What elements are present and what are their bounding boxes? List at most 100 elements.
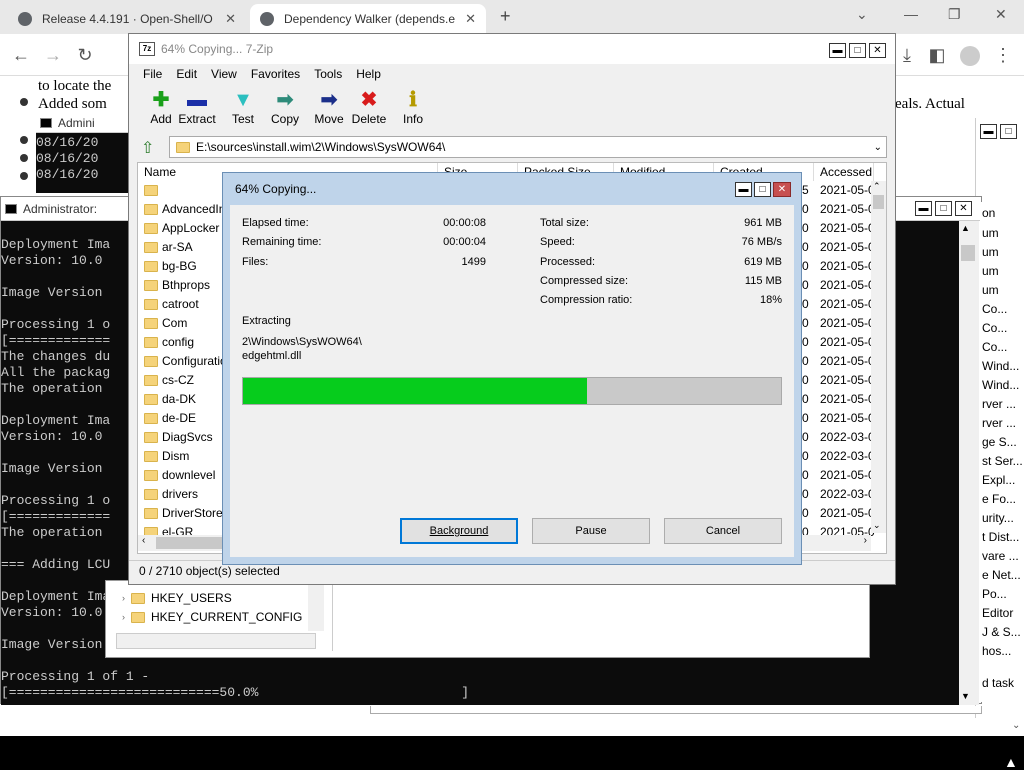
minimize-button[interactable]: ▬ (980, 124, 997, 139)
new-tab-button[interactable]: + (500, 6, 511, 27)
maximize-button[interactable]: □ (935, 201, 952, 216)
close-button[interactable]: ✕ (955, 201, 972, 216)
service-item[interactable]: Wind... (982, 359, 1019, 373)
minimize-button[interactable]: ▬ (735, 182, 752, 197)
forward-icon[interactable]: → (42, 44, 64, 66)
file-row[interactable]: drivers (138, 485, 198, 504)
tree-item[interactable]: › HKEY_CURRENT_CONFIG (122, 610, 302, 624)
minimize-button[interactable]: — (904, 6, 918, 22)
scroll-down-icon[interactable]: ▼ (961, 691, 970, 701)
service-item[interactable]: e Fo... (982, 492, 1016, 506)
reload-icon[interactable]: ↻ (74, 44, 96, 66)
file-row[interactable]: da-DK (138, 390, 196, 409)
maximize-button[interactable]: □ (849, 43, 866, 58)
service-item[interactable]: Po... (982, 587, 1007, 601)
scroll-up-icon[interactable]: ▲ (961, 223, 970, 233)
service-item[interactable]: Co... (982, 340, 1007, 354)
menu-item-tools[interactable]: Tools (314, 67, 342, 81)
close-button[interactable]: ✕ (995, 6, 1007, 23)
close-button[interactable]: ✕ (773, 182, 791, 197)
delete-button[interactable]: ✖ Delete (347, 88, 391, 132)
download-icon[interactable]: ⤓ (896, 44, 918, 66)
menu-icon[interactable]: ⋮ (992, 44, 1014, 66)
scroll-right-icon[interactable]: › (864, 535, 867, 546)
service-item[interactable]: rver ... (982, 416, 1016, 430)
file-row[interactable]: Com (138, 314, 187, 333)
test-button[interactable]: ▼ Test (221, 88, 265, 132)
scroll-down-icon[interactable]: ⌄ (1012, 720, 1020, 731)
service-item[interactable]: Wind... (982, 378, 1019, 392)
tree-item[interactable]: › HKEY_USERS (122, 591, 232, 605)
file-row[interactable]: Configuratio (138, 352, 227, 371)
tab-search-icon[interactable]: ⌄ (856, 6, 868, 23)
address-bar[interactable]: E:\sources\install.wim\2\Windows\SysWOW6… (169, 136, 887, 158)
file-row[interactable]: config (138, 333, 194, 352)
close-button[interactable]: ✕ (869, 43, 886, 58)
console-scrollbar[interactable]: ▲ ▼ (959, 221, 979, 705)
scroll-thumb[interactable] (156, 537, 226, 549)
move-button[interactable]: ➡ Move (307, 88, 351, 132)
file-row[interactable]: bg-BG (138, 257, 197, 276)
file-row[interactable]: de-DE (138, 409, 196, 428)
menu-item-view[interactable]: View (211, 67, 237, 81)
menu-item-edit[interactable]: Edit (176, 67, 197, 81)
service-item[interactable]: um (982, 226, 999, 240)
extract-button[interactable]: ▬ Extract (175, 88, 219, 132)
menu-item-help[interactable]: Help (356, 67, 381, 81)
file-row[interactable]: ar-SA (138, 238, 193, 257)
service-item[interactable]: t Dist... (982, 530, 1019, 544)
maximize-button[interactable]: □ (754, 182, 771, 197)
file-row[interactable]: AdvancedIn (138, 200, 225, 219)
file-row[interactable]: Bthprops (138, 276, 210, 295)
file-row[interactable]: downlevel (138, 466, 215, 485)
file-row[interactable]: Dism (138, 447, 189, 466)
scroll-thumb[interactable] (873, 195, 884, 209)
info-button[interactable]: ℹ Info (391, 88, 435, 132)
scroll-left-icon[interactable]: ‹ (142, 535, 145, 546)
minimize-button[interactable]: ▬ (915, 201, 932, 216)
chevron-down-icon[interactable]: ⌄ (874, 142, 886, 153)
service-item[interactable]: Expl... (982, 473, 1015, 487)
service-item[interactable]: rver ... (982, 397, 1016, 411)
service-item[interactable]: um (982, 264, 999, 278)
list-scrollbar[interactable]: ⌃ ⌄ (871, 181, 886, 533)
file-row[interactable]: DiagSvcs (138, 428, 213, 447)
scroll-down-icon[interactable]: ⌄ (873, 520, 881, 531)
scroll-thumb[interactable] (961, 245, 975, 261)
tree-hscrollbar[interactable] (116, 633, 316, 649)
service-item[interactable]: Editor (982, 606, 1013, 620)
service-item[interactable]: ge S... (982, 435, 1017, 449)
service-item[interactable]: um (982, 283, 999, 297)
sidebar-icon[interactable]: ◧ (926, 44, 948, 66)
minimize-button[interactable]: ▬ (829, 43, 846, 58)
service-item[interactable]: vare ... (982, 549, 1019, 563)
service-item[interactable]: hos... (982, 644, 1011, 658)
service-item[interactable]: Co... (982, 302, 1007, 316)
file-row[interactable]: catroot (138, 295, 199, 314)
task-link[interactable]: d task (982, 676, 1014, 690)
menu-item-file[interactable]: File (143, 67, 162, 81)
up-folder-icon[interactable]: ⇧ (141, 138, 154, 158)
tree-scrollbar[interactable] (308, 585, 324, 631)
service-item[interactable]: e Net... (982, 568, 1021, 582)
file-row[interactable]: AppLocker (138, 219, 219, 238)
tab-dependency-walker[interactable]: Dependency Walker (depends.e ✕ (250, 4, 486, 34)
copy-button[interactable]: ➡ Copy (263, 88, 307, 132)
maximize-button[interactable]: □ (1000, 124, 1017, 139)
file-row[interactable]: DriverStore (138, 504, 223, 523)
cancel-button[interactable]: Cancel (664, 518, 782, 544)
column-header-accessed[interactable]: Accessed (814, 163, 874, 181)
service-item[interactable]: J & S... (982, 625, 1021, 639)
tab-open-shell[interactable]: Release 4.4.191 · Open-Shell/O ✕ (8, 4, 246, 34)
menu-item-favorites[interactable]: Favorites (251, 67, 300, 81)
file-row[interactable] (138, 181, 162, 200)
close-tab-icon[interactable]: ✕ (457, 11, 476, 27)
profile-avatar[interactable] (960, 46, 980, 66)
file-row[interactable]: cs-CZ (138, 371, 194, 390)
service-item[interactable]: um (982, 245, 999, 259)
restore-button[interactable]: ❐ (948, 6, 961, 23)
service-item[interactable]: urity... (982, 511, 1014, 525)
service-item[interactable]: st Ser... (982, 454, 1023, 468)
pause-button[interactable]: Pause (532, 518, 650, 544)
background-button[interactable]: Background (400, 518, 518, 544)
